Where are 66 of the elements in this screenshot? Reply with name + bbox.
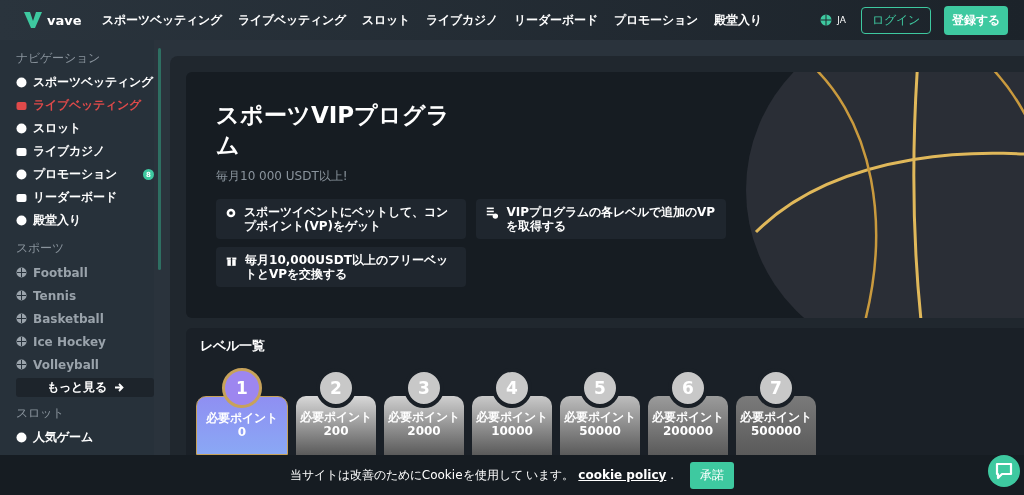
level-points: 2000 bbox=[407, 424, 441, 439]
login-button[interactable]: ログイン bbox=[861, 6, 931, 34]
coin-stack-icon bbox=[486, 205, 499, 221]
arrow-right-icon bbox=[114, 383, 124, 392]
sidebar-item[interactable]: スポーツベッティング bbox=[16, 71, 154, 94]
nav-link[interactable]: スポーツベッティング bbox=[101, 11, 222, 29]
hero-title: スポーツVIPプログラム bbox=[216, 101, 452, 160]
level-label: 必要ポイント bbox=[206, 411, 278, 425]
punctuation: . bbox=[670, 468, 675, 482]
ball-icon bbox=[16, 336, 27, 347]
language-label[interactable]: JA bbox=[837, 15, 846, 25]
level-label: 必要ポイント bbox=[740, 410, 812, 424]
nav-link[interactable]: プロモーション bbox=[613, 11, 698, 29]
ball-icon bbox=[16, 432, 27, 443]
scrollbar[interactable] bbox=[158, 48, 161, 270]
show-more-button[interactable]: もっと見る bbox=[16, 378, 154, 397]
feature-text: 毎月10,000USDT以上のフリーベットとVPを交換する bbox=[245, 253, 449, 281]
sidebar-item[interactable]: Ice Hockey bbox=[16, 330, 154, 353]
level-points: 50000 bbox=[579, 424, 621, 439]
nav-link[interactable]: ライブベッティング bbox=[237, 11, 346, 29]
logo-text: vave bbox=[47, 12, 82, 28]
level-card[interactable]: 必要ポイント 200000 bbox=[648, 396, 728, 455]
sidebar-item[interactable]: スロット bbox=[16, 117, 154, 140]
feature-text: VIPプログラムの各レベルで追加のVPを取得する bbox=[506, 205, 716, 233]
ball-icon bbox=[16, 267, 27, 278]
level-label: 必要ポイント bbox=[564, 410, 636, 424]
ball-icon bbox=[16, 290, 27, 301]
nav-link[interactable]: スロット bbox=[361, 11, 410, 29]
level-card[interactable]: 必要ポイント 500000 bbox=[736, 396, 816, 455]
level-points: 0 bbox=[237, 425, 247, 440]
section-title: スロット bbox=[16, 405, 65, 422]
level-label: 必要ポイント bbox=[300, 410, 372, 424]
ball-icon bbox=[16, 359, 27, 370]
nav-link[interactable]: ライブカジノ bbox=[425, 11, 498, 29]
level-card[interactable]: 必要ポイント 10000 bbox=[472, 396, 552, 455]
chat-bubble-icon bbox=[995, 462, 1013, 480]
level-points: 200 bbox=[323, 424, 349, 439]
feature-text: スポーツイベントにベットして、コンプポイント(VP)をゲット bbox=[243, 205, 449, 233]
sidebar-item[interactable]: Volleyball bbox=[16, 353, 154, 376]
cookie-policy-link[interactable]: cookie policy bbox=[578, 468, 667, 482]
cookie-text: 当サイトは改善のためにCookieを使用して います。 bbox=[289, 466, 575, 484]
level-card[interactable]: 必要ポイント 50000 bbox=[560, 396, 640, 455]
level-label: 必要ポイント bbox=[388, 410, 460, 424]
sidebar-item[interactable]: ライブカジノ bbox=[16, 140, 154, 163]
sidebar-item[interactable]: Football bbox=[16, 261, 154, 284]
globe-icon[interactable] bbox=[820, 14, 833, 26]
sidebar-item[interactable]: Tennis bbox=[16, 284, 154, 307]
sidebar-item[interactable]: 殿堂入り bbox=[16, 209, 154, 232]
level-number: 1 bbox=[222, 368, 262, 408]
nav-link[interactable]: リーダーボード bbox=[513, 11, 598, 29]
sidebar-item[interactable]: 人気ゲーム bbox=[16, 426, 154, 449]
nav-link[interactable]: 殿堂入り bbox=[713, 11, 762, 29]
section-title: スポーツ bbox=[16, 240, 65, 257]
level-points: 200000 bbox=[662, 424, 714, 439]
level-label: 必要ポイント bbox=[652, 410, 724, 424]
ball-icon bbox=[16, 313, 27, 324]
ball-icon bbox=[16, 77, 27, 88]
section-title: ナビゲーション bbox=[16, 50, 101, 67]
level-points: 10000 bbox=[491, 424, 533, 439]
hero-subtitle: 毎月10 000 USDT以上! bbox=[216, 168, 349, 185]
level-points: 500000 bbox=[750, 424, 802, 439]
sidebar-item[interactable]: Basketball bbox=[16, 307, 154, 330]
sidebar-item[interactable]: リーダーボード bbox=[16, 186, 154, 209]
levels-title: レベル一覧 bbox=[200, 337, 265, 355]
level-label: 必要ポイント bbox=[476, 410, 548, 424]
logo-icon bbox=[24, 12, 42, 28]
